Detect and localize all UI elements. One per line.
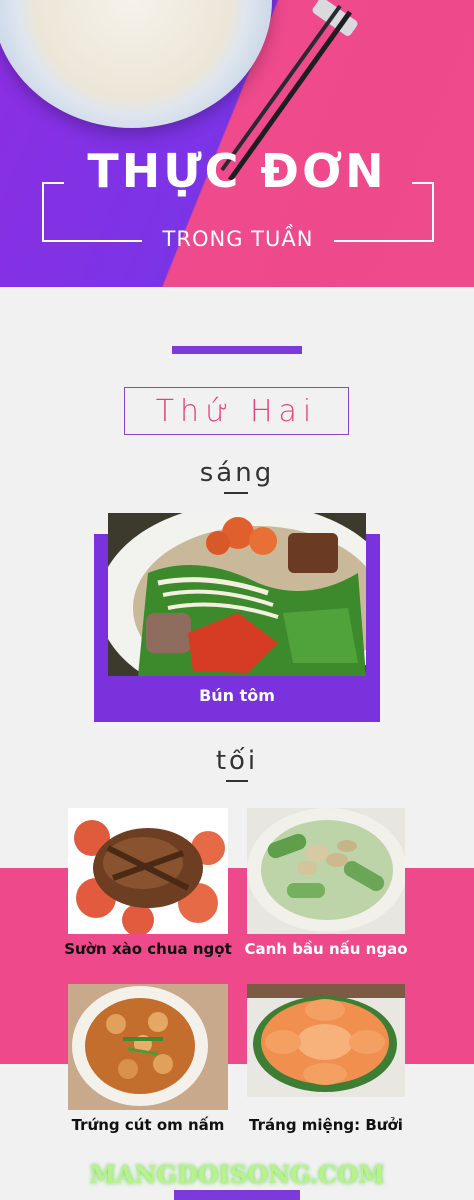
evening-dish-1-name: Sườn xào chua ngọt [64,940,232,958]
page-title: THỰC ĐƠN [87,144,387,198]
footer-bar [174,1190,300,1200]
evening-dish-3-photo [68,984,228,1110]
evening-dish-1-photo [68,808,228,934]
quail-egg-stew-photo-icon [68,984,228,1110]
gourd-clam-soup-photo-icon [247,808,405,934]
evening-dish-4-name: Tráng miệng: Bưởi [249,1116,403,1134]
pork-ribs-photo-icon [68,808,228,934]
morning-label-underline [224,492,248,494]
noodle-soup-photo-icon [108,513,366,676]
header-banner: THỰC ĐƠN TRONG TUẦN [0,0,474,287]
watermark: MANGDOISONG.COM [89,1160,385,1189]
evening-label: tối [215,746,259,776]
day-label-box: Thứ Hai [124,387,349,435]
morning-dish-name: Bún tôm [199,686,275,705]
evening-dish-3-name: Trứng cút om nấm [71,1116,225,1134]
page-subtitle: TRONG TUẦN [162,227,314,251]
evening-dish-2-name: Canh bầu nấu ngao [244,940,408,958]
day-label: Thứ Hai [155,393,318,429]
morning-label: sáng [199,458,275,488]
evening-dish-4-photo [247,984,405,1097]
pomelo-photo-icon [247,984,405,1097]
subtitle-row: TRONG TUẦN [42,226,434,252]
morning-dish-photo [108,513,366,676]
section-divider [172,346,302,354]
evening-dish-2-photo [247,808,405,934]
evening-label-underline [226,780,248,782]
